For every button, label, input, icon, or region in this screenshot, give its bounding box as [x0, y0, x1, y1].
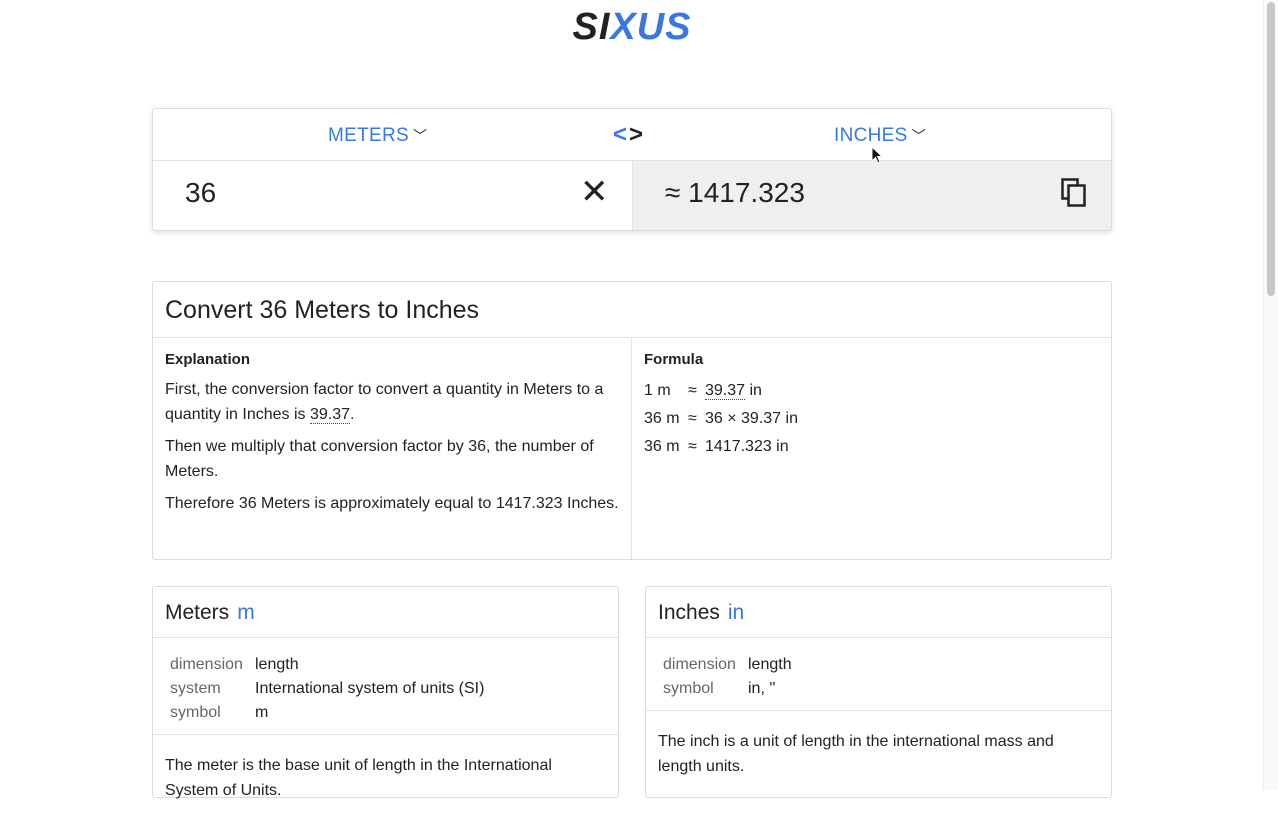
explanation-paragraph: Therefore 36 Meters is approximately equ…: [165, 495, 619, 512]
logo-part-1: SI: [572, 6, 611, 48]
logo-part-3: US: [636, 6, 692, 48]
property-value: length: [748, 656, 792, 673]
unit-name: Inches: [658, 601, 720, 624]
explanation-heading: Explanation: [165, 351, 251, 368]
chevron-down-icon: ﹀: [412, 128, 428, 144]
value-input[interactable]: 36: [185, 177, 216, 209]
explanation-paragraph: Then we multiply that conversion factor …: [165, 438, 594, 480]
result-value: ≈ 1417.323: [665, 177, 805, 208]
formula-unit: in: [745, 382, 762, 399]
property-key: dimension: [170, 656, 243, 673]
approx-sign: ≈: [688, 410, 697, 427]
formula-row: 36 m ≈ 36 × 39.37 in: [644, 405, 1099, 433]
property-value: m: [255, 704, 269, 721]
chevron-left-icon: <: [613, 121, 628, 148]
approx-sign: ≈: [688, 438, 697, 455]
input-pane[interactable]: 36 ✕: [153, 161, 633, 230]
page-scrollbar[interactable]: [1263, 0, 1278, 790]
copy-icon[interactable]: [1061, 178, 1087, 208]
to-unit-select[interactable]: INCHES ﹀: [834, 125, 926, 147]
explanation-title: Convert 36 Meters to Inches: [153, 282, 1111, 338]
unit-title: Inches in: [646, 587, 1111, 638]
swap-units-button[interactable]: <>: [613, 121, 643, 149]
property-key: dimension: [663, 656, 736, 673]
unit-symbol: m: [237, 601, 255, 624]
formula-row: 36 m ≈ 1417.323 in: [644, 433, 1099, 461]
formula-heading: Formula: [644, 351, 704, 368]
scrollbar-thumb[interactable]: [1267, 2, 1275, 296]
property-value: in, '': [748, 680, 776, 697]
unit-title: Meters m: [153, 587, 618, 638]
converter-header: METERS ﹀ <> INCHES ﹀: [153, 109, 1111, 161]
formula-column: Formula 1 m ≈ 39.37 in 36 m ≈ 36 × 39.37…: [632, 338, 1111, 559]
property-row: dimension length: [663, 653, 1094, 677]
unit-properties: dimension length symbol in, '': [646, 638, 1111, 711]
property-row: system International system of units (SI): [170, 677, 601, 701]
from-unit-select[interactable]: METERS ﹀: [328, 125, 427, 147]
property-row: symbol m: [170, 701, 601, 725]
formula-rhs: 36 × 39.37 in: [705, 410, 798, 427]
from-unit-label: METERS: [328, 125, 409, 146]
chevron-down-icon: ﹀: [911, 128, 926, 144]
formula-lhs: 1 m: [644, 382, 671, 399]
logo-part-2: X: [610, 6, 637, 48]
para-text: First, the conversion factor to convert …: [165, 381, 604, 423]
para-text: .: [350, 406, 355, 423]
output-pane: ≈ 1417.323: [633, 161, 1111, 230]
conversion-factor[interactable]: 39.37: [309, 406, 351, 424]
unit-description: The inch is a unit of length in the inte…: [658, 733, 1054, 775]
meters-unit-card: Meters m dimension length system Internatio…: [152, 586, 619, 799]
property-key: symbol: [663, 680, 714, 697]
property-value: International system of units (SI): [255, 680, 485, 697]
property-row: dimension length: [170, 653, 601, 677]
unit-properties: dimension length system International syst…: [153, 638, 618, 735]
approx-sign: ≈: [688, 382, 697, 399]
explanation-column: Explanation First, the conversion factor…: [153, 338, 632, 559]
property-row: symbol in, '': [663, 677, 1094, 701]
unit-symbol: in: [727, 601, 745, 624]
explanation-body: Explanation First, the conversion factor…: [153, 338, 1111, 559]
formula-rhs: 39.37 in: [705, 377, 762, 405]
site-logo[interactable]: SIXUS: [0, 6, 1264, 49]
clear-button[interactable]: ✕: [580, 175, 609, 209]
converter-panel: METERS ﹀ <> INCHES ﹀ 36 ✕ ≈ 1417.323: [152, 108, 1112, 231]
explanation-paragraph: First, the conversion factor to convert …: [165, 377, 619, 427]
property-key: symbol: [170, 704, 221, 721]
formula-lhs: 36 m: [644, 410, 680, 427]
chevron-right-icon: >: [629, 121, 644, 148]
inches-unit-card: Inches in dimension length symbol in, '' Th…: [645, 586, 1112, 798]
mouse-cursor-icon: [871, 146, 883, 164]
conversion-explanation-card: Convert 36 Meters to Inches Explanation …: [152, 281, 1112, 560]
to-unit-label: INCHES: [834, 125, 908, 146]
formula-rhs: 1417.323 in: [705, 438, 789, 455]
formula-lhs: 36 m: [644, 438, 680, 455]
property-value: length: [255, 656, 299, 673]
unit-name: Meters: [165, 601, 230, 624]
formula-row: 1 m ≈ 39.37 in: [644, 377, 1099, 405]
converter-body: 36 ✕ ≈ 1417.323: [153, 161, 1111, 230]
conversion-factor[interactable]: 39.37: [705, 382, 746, 400]
unit-description: The meter is the base unit of length in …: [165, 757, 552, 799]
property-key: system: [170, 680, 221, 697]
